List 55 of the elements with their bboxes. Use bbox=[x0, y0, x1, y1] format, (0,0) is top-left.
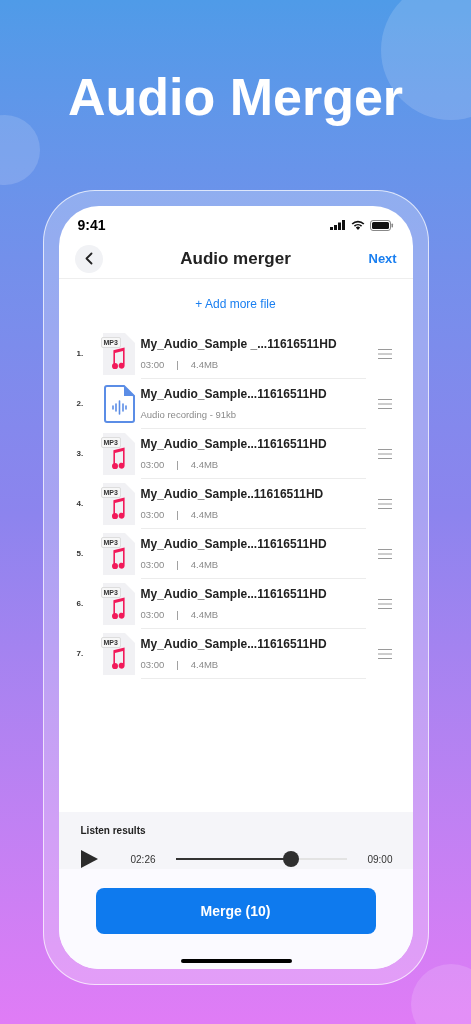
wifi-icon bbox=[350, 220, 365, 230]
file-duration: 03:00 bbox=[140, 357, 165, 372]
signal-icon bbox=[329, 220, 346, 230]
file-detail: Audio recording - 91kb bbox=[140, 407, 237, 422]
file-duration: 03:00 bbox=[140, 457, 165, 472]
file-name: My_Audio_Sample...11616511HD bbox=[140, 535, 327, 553]
drag-handle-icon[interactable] bbox=[377, 549, 392, 559]
total-time: 09:00 bbox=[367, 852, 393, 867]
drag-handle-icon[interactable] bbox=[377, 599, 392, 609]
file-size: 4.4MB bbox=[190, 457, 219, 472]
file-name: My_Audio_Sample...11616511HD bbox=[140, 585, 327, 603]
file-name: My_Audio_Sample..11616511HD bbox=[140, 485, 324, 503]
audio-file-icon bbox=[103, 385, 135, 423]
file-size: 4.4MB bbox=[190, 607, 219, 622]
player-label: Listen results bbox=[80, 824, 146, 838]
elapsed-time: 02:26 bbox=[130, 852, 156, 867]
drag-handle-icon[interactable] bbox=[377, 499, 392, 509]
drag-handle-icon[interactable] bbox=[377, 649, 392, 659]
row-number: 3. bbox=[76, 448, 85, 460]
file-name: My_Audio_Sample _...11616511HD bbox=[140, 335, 337, 353]
file-name: My_Audio_Sample...11616511HD bbox=[140, 385, 327, 403]
drag-handle-icon[interactable] bbox=[377, 399, 392, 409]
file-duration: 03:00 bbox=[140, 507, 165, 522]
battery-icon bbox=[369, 219, 394, 231]
file-size: 4.4MB bbox=[190, 557, 219, 572]
headline: Audio Merger bbox=[67, 67, 404, 128]
meta-separator: | bbox=[176, 557, 179, 572]
row-number: 5. bbox=[76, 548, 85, 560]
drag-handle-icon[interactable] bbox=[377, 449, 392, 459]
file-size: 4.4MB bbox=[190, 507, 219, 522]
add-file-link[interactable]: + Add more file bbox=[195, 295, 276, 313]
row-number: 7. bbox=[76, 648, 85, 660]
status-time: 9:41 bbox=[77, 215, 106, 235]
meta-separator: | bbox=[176, 357, 179, 372]
meta-separator: | bbox=[176, 507, 179, 522]
file-duration: 03:00 bbox=[140, 607, 165, 622]
meta-separator: | bbox=[176, 607, 179, 622]
file-name: My_Audio_Sample...11616511HD bbox=[140, 435, 327, 453]
row-number: 2. bbox=[76, 398, 85, 410]
file-size: 4.4MB bbox=[190, 657, 219, 672]
file-duration: 03:00 bbox=[140, 657, 165, 672]
file-duration: 03:00 bbox=[140, 557, 165, 572]
row-number: 1. bbox=[76, 348, 85, 360]
meta-separator: | bbox=[176, 457, 179, 472]
chevron-left-icon bbox=[84, 252, 93, 265]
next-link[interactable]: Next bbox=[368, 248, 397, 269]
file-name: My_Audio_Sample...11616511HD bbox=[140, 635, 327, 653]
drag-handle-icon[interactable] bbox=[377, 349, 392, 359]
file-size: 4.4MB bbox=[190, 357, 219, 372]
row-number: 6. bbox=[76, 598, 85, 610]
meta-separator: | bbox=[176, 657, 179, 672]
screen-title: Audio merger bbox=[180, 247, 291, 270]
row-number: 4. bbox=[76, 498, 85, 510]
merge-button[interactable]: Merge (10) bbox=[95, 888, 376, 934]
back-button[interactable] bbox=[74, 244, 103, 273]
